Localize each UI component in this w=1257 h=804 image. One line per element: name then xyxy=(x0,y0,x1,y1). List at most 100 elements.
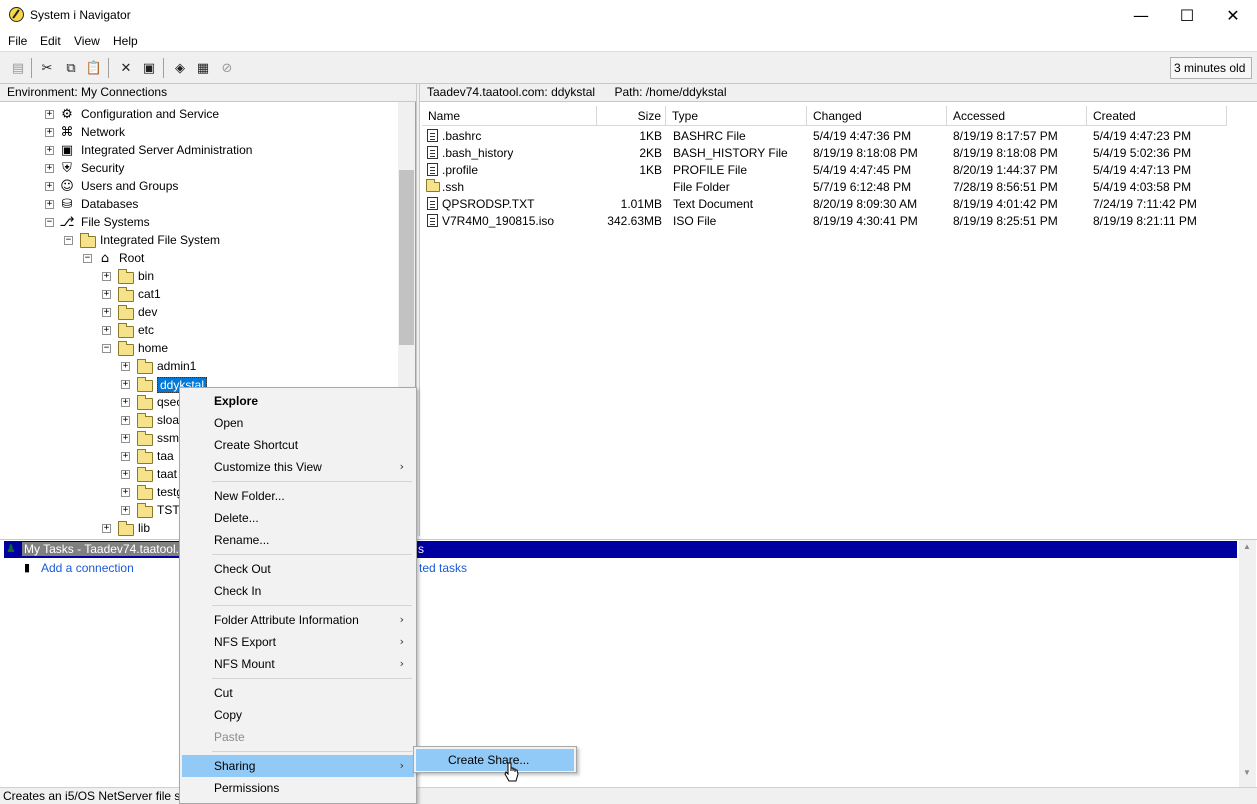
menu-item-permissions[interactable]: Permissions xyxy=(182,777,414,799)
tree-item[interactable]: + ⛁ Databases xyxy=(0,195,398,213)
scroll-down-icon[interactable]: ▼ xyxy=(1243,768,1251,777)
schedule-icon[interactable]: ▦ xyxy=(194,60,212,77)
expand-icon[interactable]: + xyxy=(121,506,130,515)
expand-icon[interactable]: + xyxy=(121,398,130,407)
expand-icon[interactable]: + xyxy=(45,182,54,191)
menu-item-cut[interactable]: Cut xyxy=(182,682,414,704)
menu-item-create-shortcut[interactable]: Create Shortcut xyxy=(182,434,414,456)
menu-item-open[interactable]: Open xyxy=(182,412,414,434)
column-accessed[interactable]: Accessed xyxy=(947,106,1087,126)
menu-item-new-folder[interactable]: New Folder... xyxy=(182,485,414,507)
tree-item[interactable]: + dev xyxy=(0,303,398,321)
close-button[interactable]: ✕ xyxy=(1210,0,1256,31)
maximize-button[interactable]: ☐ xyxy=(1164,0,1210,31)
menu-item-rename[interactable]: Rename... xyxy=(182,529,414,551)
file-icon xyxy=(427,214,438,227)
path-label: Path: /home/ddykstal xyxy=(614,85,727,99)
scroll-up-icon[interactable]: ▲ xyxy=(1243,542,1251,551)
expand-icon[interactable]: + xyxy=(45,110,54,119)
menu-help[interactable]: Help xyxy=(113,34,138,48)
scroll-thumb[interactable] xyxy=(399,170,414,345)
tree-item[interactable]: + cat1 xyxy=(0,285,398,303)
paste-icon[interactable]: 📋 xyxy=(85,60,103,77)
menu-item-check-in[interactable]: Check In xyxy=(182,580,414,602)
menu-item-explore[interactable]: Explore xyxy=(182,390,414,412)
tree-item[interactable]: + ▣ Integrated Server Administration xyxy=(0,141,398,159)
collapse-icon[interactable]: − xyxy=(45,218,54,227)
expand-icon[interactable]: + xyxy=(102,290,111,299)
table-row[interactable]: V7R4M0_190815.iso 342.63MB ISO File 8/19/19… xyxy=(420,212,1230,229)
table-row[interactable]: .profile 1KB PROFILE File 5/4/19 4:47:45 PM… xyxy=(420,161,1230,178)
menu-item-label: New Folder... xyxy=(214,489,285,503)
expand-icon[interactable]: + xyxy=(45,164,54,173)
server-icon: ▣ xyxy=(60,142,74,158)
properties-icon[interactable]: ▤ xyxy=(9,60,27,77)
expand-icon[interactable]: + xyxy=(45,146,54,155)
cut-icon[interactable]: ✂ xyxy=(38,60,56,77)
chevron-right-icon: › xyxy=(399,759,404,772)
column-created[interactable]: Created xyxy=(1087,106,1227,126)
tree-item[interactable]: − home xyxy=(0,339,398,357)
expand-icon[interactable]: + xyxy=(121,434,130,443)
menu-item-nfs-mount[interactable]: NFS Mount › xyxy=(182,653,414,675)
table-row[interactable]: .bash_history 2KB BASH_HISTORY File 8/19/19… xyxy=(420,144,1230,161)
create-share-item[interactable]: Create Share... xyxy=(416,749,574,771)
menu-item-sharing[interactable]: Sharing › xyxy=(182,755,414,777)
expand-icon[interactable]: + xyxy=(121,452,130,461)
collapse-icon[interactable]: − xyxy=(83,254,92,263)
tree-item[interactable]: + ⛨ Security xyxy=(0,159,398,177)
tree-item[interactable]: + admin1 xyxy=(0,357,398,375)
expand-icon[interactable]: + xyxy=(121,470,130,479)
menu-view[interactable]: View xyxy=(74,34,100,48)
column-changed[interactable]: Changed xyxy=(807,106,947,126)
file-icon xyxy=(427,163,438,176)
tree-item[interactable]: − Integrated File System xyxy=(0,231,398,249)
menu-separator xyxy=(212,554,412,555)
properties2-icon[interactable]: ▣ xyxy=(140,60,158,77)
connect-icon[interactable]: ◈ xyxy=(171,60,189,77)
expand-icon[interactable]: + xyxy=(121,380,130,389)
expand-icon[interactable]: + xyxy=(102,272,111,281)
stop-icon[interactable]: ⊘ xyxy=(218,60,236,77)
expand-icon[interactable]: + xyxy=(45,200,54,209)
expand-icon[interactable]: + xyxy=(102,326,111,335)
menu-item-customize-this-view[interactable]: Customize this View › xyxy=(182,456,414,478)
collapse-icon[interactable]: − xyxy=(102,344,111,353)
column-name[interactable]: Name xyxy=(422,106,597,126)
collapse-icon[interactable]: − xyxy=(64,236,73,245)
tree-item[interactable]: + ⌘ Network xyxy=(0,123,398,141)
expand-icon[interactable]: + xyxy=(102,524,111,533)
tasks-scrollbar[interactable]: ▲ ▼ xyxy=(1239,540,1256,787)
expand-icon[interactable]: + xyxy=(102,308,111,317)
folder-icon xyxy=(118,269,134,284)
related-tasks-link[interactable]: ted tasks xyxy=(419,561,467,575)
tree-item[interactable]: + bin xyxy=(0,267,398,285)
add-connection-link[interactable]: Add a connection xyxy=(41,561,134,575)
tree-item[interactable]: − ⌂ Root xyxy=(0,249,398,267)
expand-icon[interactable]: + xyxy=(121,488,130,497)
menu-item-delete[interactable]: Delete... xyxy=(182,507,414,529)
menu-edit[interactable]: Edit xyxy=(40,34,61,48)
table-row[interactable]: .ssh File Folder 5/7/19 6:12:48 PM 7/28/19 … xyxy=(420,178,1230,195)
menu-separator xyxy=(212,481,412,482)
menu-item-folder-attribute-information[interactable]: Folder Attribute Information › xyxy=(182,609,414,631)
tree-item[interactable]: + ☺ Users and Groups xyxy=(0,177,398,195)
menu-item-label: Rename... xyxy=(214,533,270,547)
tree-item[interactable]: + etc xyxy=(0,321,398,339)
delete-icon[interactable]: ✕ xyxy=(117,60,135,77)
expand-icon[interactable]: + xyxy=(45,128,54,137)
menu-item-copy[interactable]: Copy xyxy=(182,704,414,726)
menu-file[interactable]: File xyxy=(8,34,27,48)
minimize-button[interactable]: — xyxy=(1118,0,1164,31)
expand-icon[interactable]: + xyxy=(121,362,130,371)
menu-item-nfs-export[interactable]: NFS Export › xyxy=(182,631,414,653)
table-row[interactable]: QPSRODSP.TXT 1.01MB Text Document 8/20/19 8… xyxy=(420,195,1230,212)
column-size[interactable]: Size xyxy=(597,106,666,126)
tree-item[interactable]: − ⎇ File Systems xyxy=(0,213,398,231)
menu-item-check-out[interactable]: Check Out xyxy=(182,558,414,580)
copy-icon[interactable]: ⧉ xyxy=(62,60,80,77)
table-row[interactable]: .bashrc 1KB BASHRC File 5/4/19 4:47:36 PM 8/… xyxy=(420,127,1230,144)
column-type[interactable]: Type xyxy=(666,106,807,126)
tree-item[interactable]: + ⚙ Configuration and Service xyxy=(0,105,398,123)
expand-icon[interactable]: + xyxy=(121,416,130,425)
